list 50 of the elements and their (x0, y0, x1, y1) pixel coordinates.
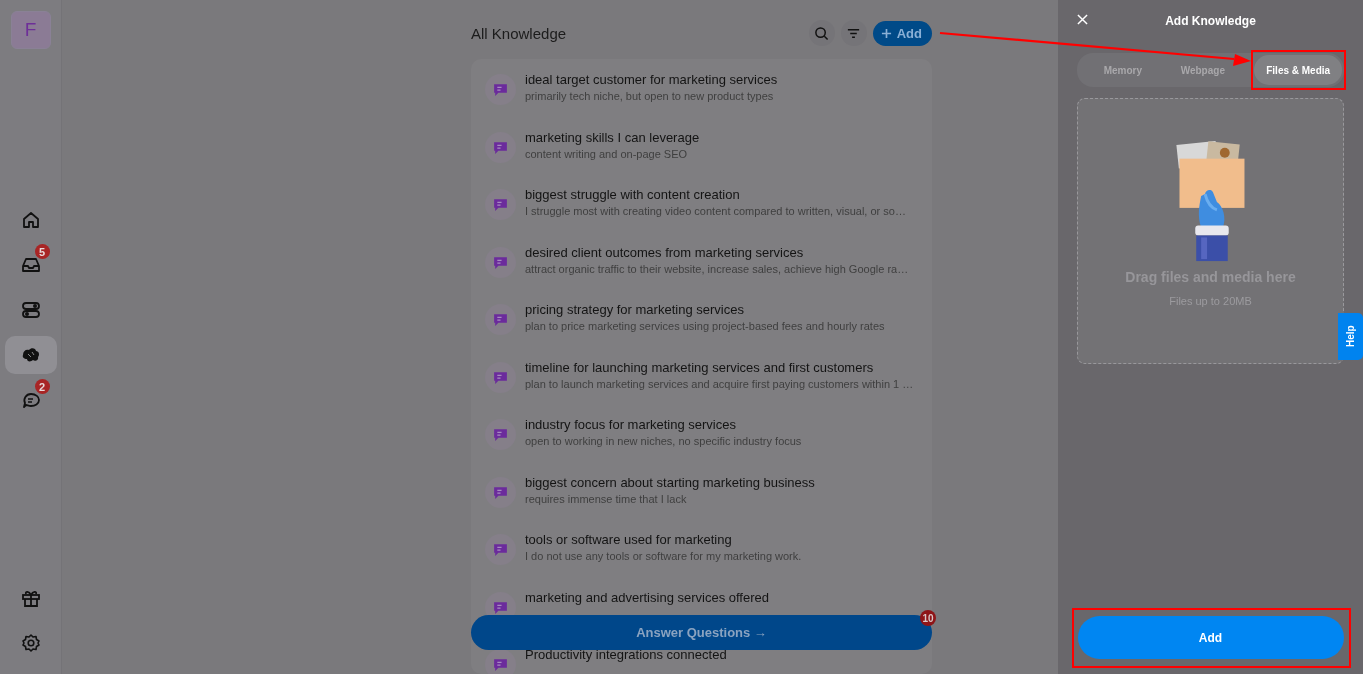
count-badge: 10 (920, 610, 936, 626)
item-title: marketing and advertising services offered (525, 589, 769, 606)
settings-icon[interactable] (19, 632, 42, 654)
note-icon (485, 534, 516, 565)
item-title: industry focus for marketing services (525, 417, 737, 433)
item-description: open to working in new niches, no specific industry focus (525, 434, 802, 449)
count-badge: 5 (34, 244, 50, 259)
close-icon[interactable] (1077, 14, 1088, 25)
avatar[interactable]: F (10, 11, 51, 49)
nav-item[interactable]: 5 (4, 246, 57, 284)
note-icon (485, 361, 516, 393)
item-title: biggest concern about starting marketing business (525, 474, 815, 491)
tab[interactable]: Webpage (1166, 55, 1255, 85)
item-title: tools or software used for marketing (525, 532, 733, 548)
nav-item[interactable] (4, 336, 57, 374)
search-button[interactable] (808, 20, 835, 46)
item-title: ideal target customer for marketing services (525, 72, 778, 88)
item-title: desired client outcomes from marketing services (525, 244, 805, 261)
plus-icon (880, 27, 892, 39)
add-button[interactable]: Add (872, 20, 932, 46)
note-icon (485, 131, 516, 163)
note-icon (485, 476, 516, 508)
panel-title: Add Knowledge (1165, 14, 1256, 28)
toggles-icon[interactable] (19, 299, 42, 321)
note-icon (485, 246, 516, 278)
item-description: attract organic traffic to their website, increase sales, achieve high Google ra… (525, 261, 909, 277)
add-button[interactable]: Add (1077, 616, 1344, 659)
item-title: biggest struggle with content creation (525, 187, 741, 203)
item-description: primarily tech niche, but open to new product types (525, 89, 775, 104)
note-icon (485, 304, 516, 335)
item-description: I do not use any tools or software for my marketing work. (525, 549, 802, 564)
item-description: I struggle most with creating video content compared to written, visual, or so… (525, 204, 906, 219)
note-icon (485, 74, 516, 105)
note-icon (485, 419, 516, 450)
item-title: Productivity integrations connected (525, 647, 727, 663)
item-title: pricing strategy for marketing services (525, 302, 745, 318)
item-description: plan to launch marketing services and acquire first paying customers within 1 … (525, 376, 914, 392)
item-description: plan to price marketing services using project-based fees and hourly rates (525, 319, 885, 334)
tab[interactable]: Files & Media (1254, 55, 1342, 85)
count-badge: 2 (34, 379, 50, 394)
note-icon (485, 189, 516, 220)
item-title: timeline for launching marketing services and first customers (525, 359, 875, 376)
page-title: All Knowledge (471, 24, 567, 42)
tab[interactable]: Memory (1079, 55, 1167, 85)
filter-button[interactable] (840, 20, 867, 46)
nav-item[interactable]: 2 (4, 381, 57, 419)
item-description: content writing and on-page SEO (525, 146, 689, 162)
item-title: marketing skills I can leverage (525, 129, 700, 146)
help-tab[interactable]: Help (1338, 313, 1363, 360)
search-icon (814, 25, 830, 41)
